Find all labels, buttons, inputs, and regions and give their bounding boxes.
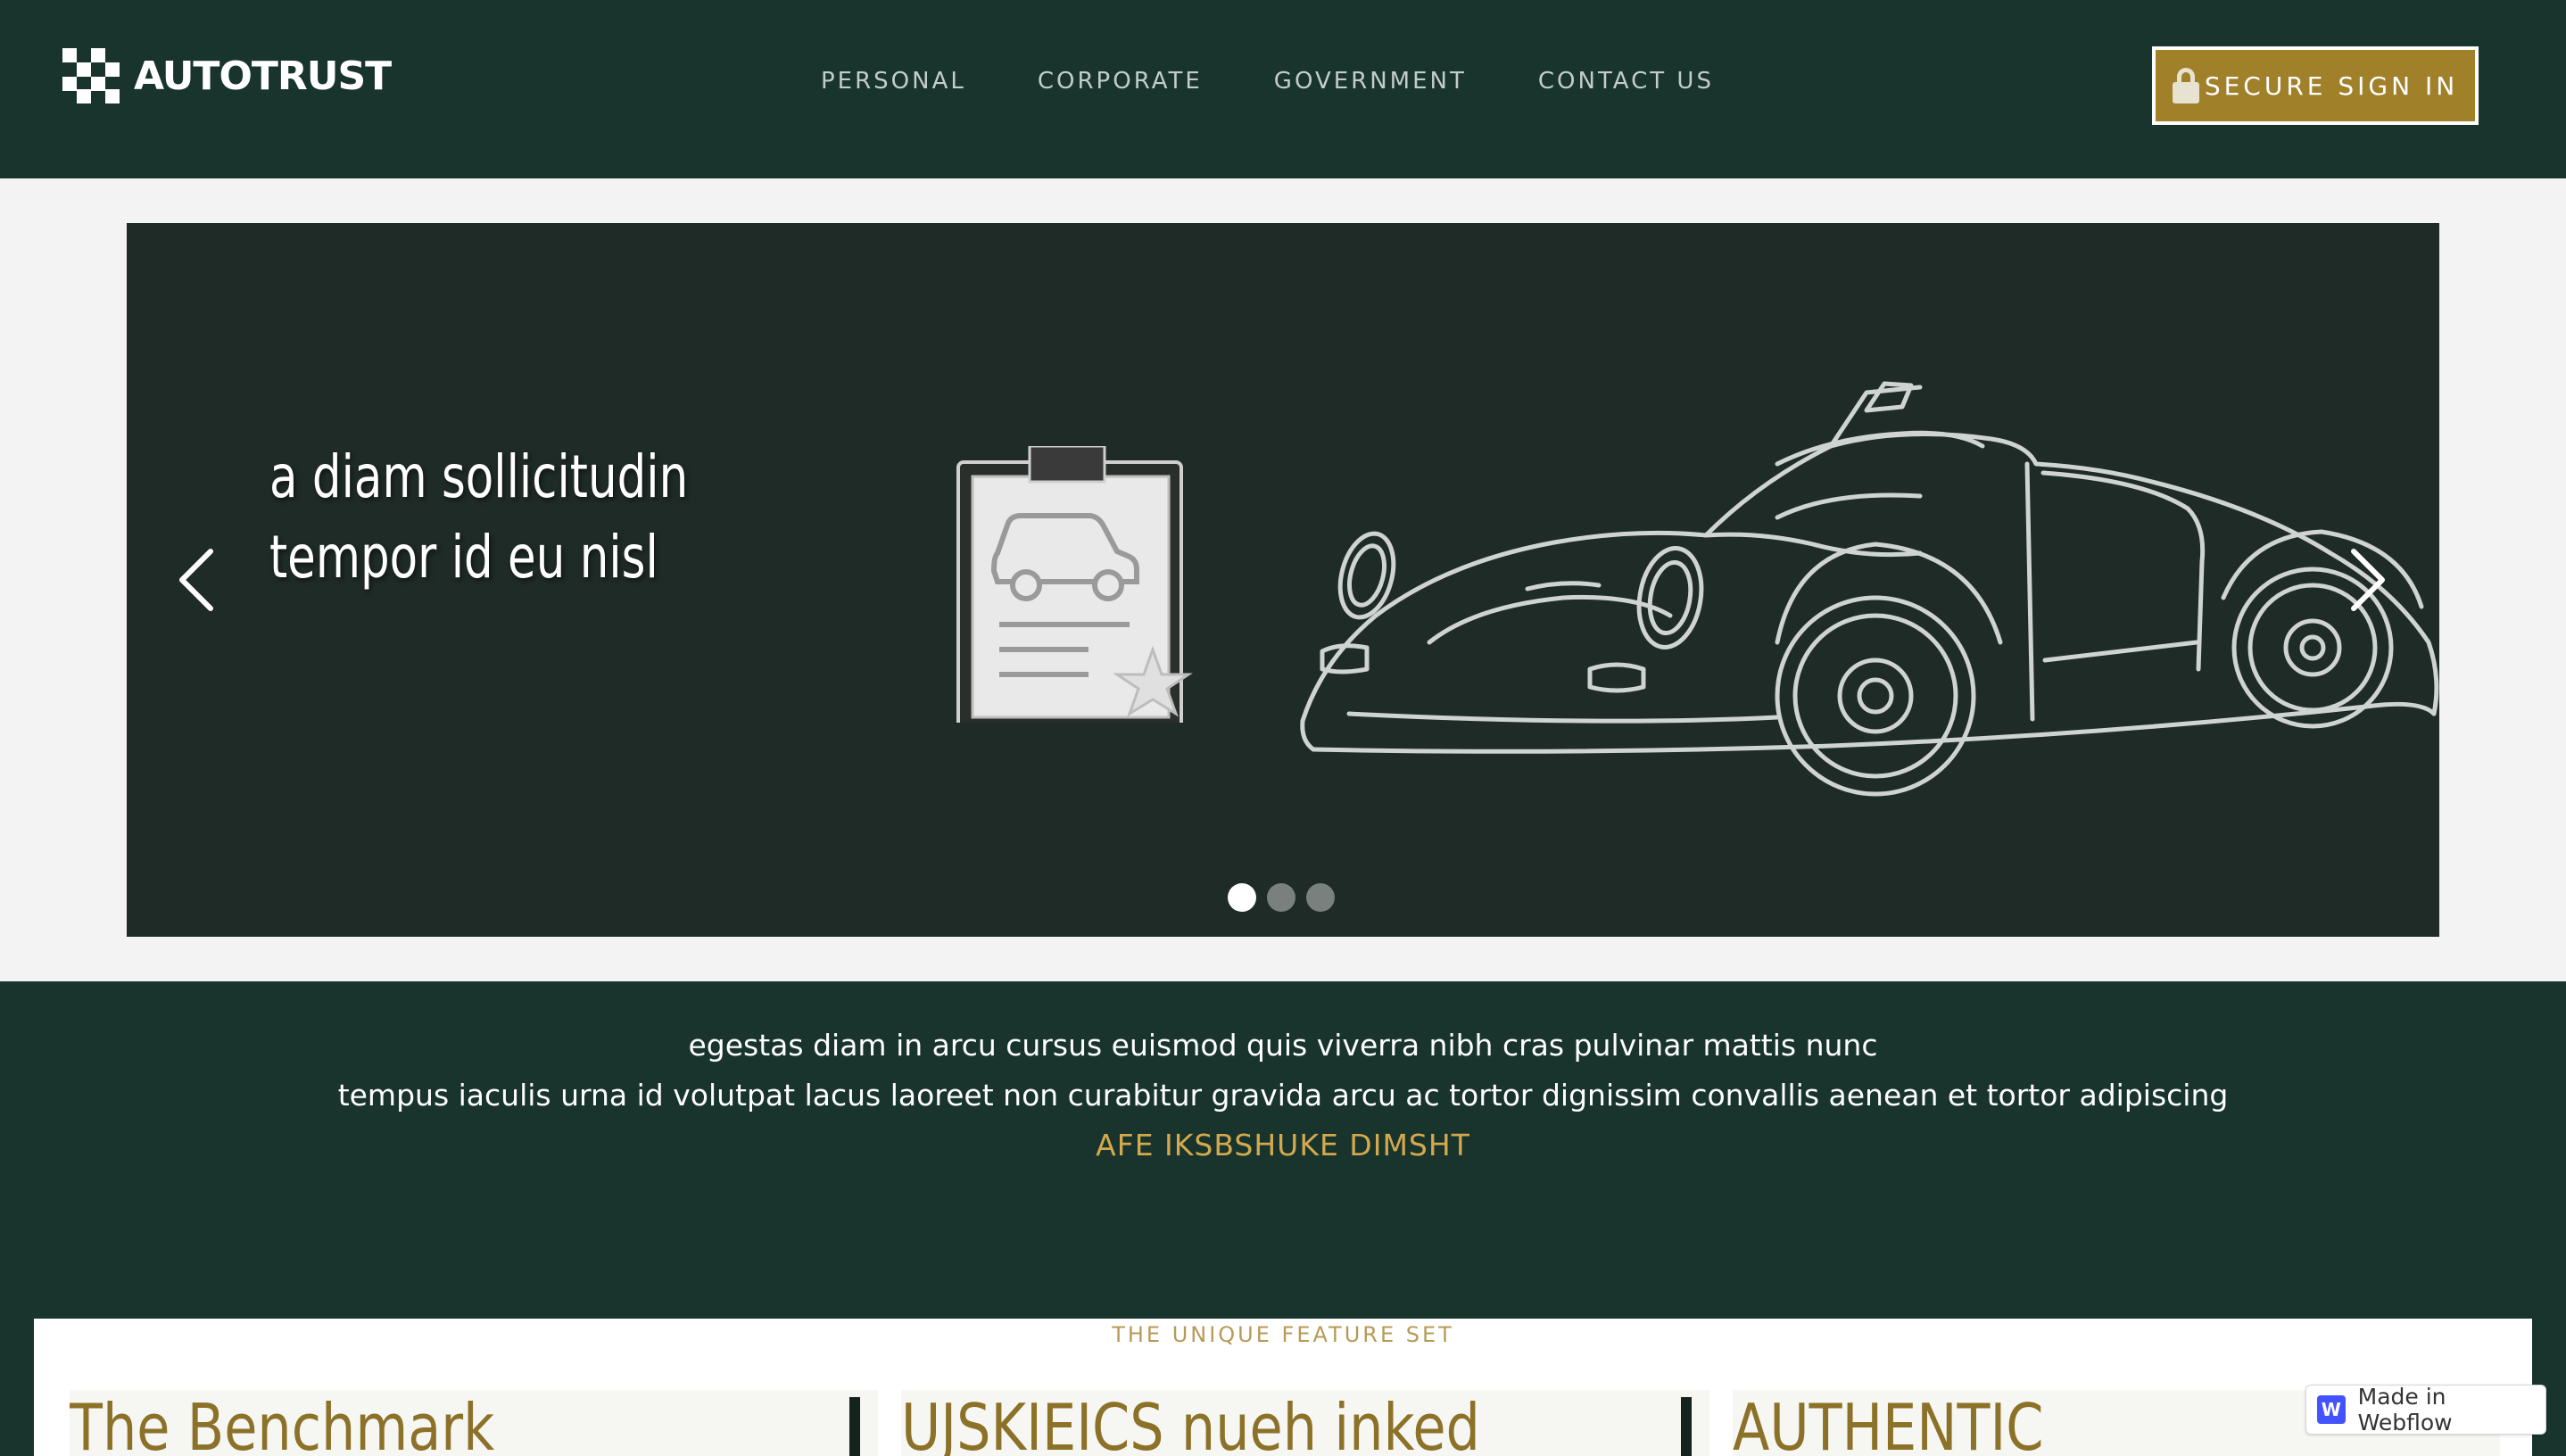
main-menu: PERSONAL CORPORATE GOVERNMENT CONTACT US [821,68,1785,95]
car-sketch-icon [1300,381,2439,797]
webflow-icon: W [2317,1395,2346,1424]
card-divider [849,1397,860,1456]
feature-card-1[interactable]: The Benchmark [70,1390,878,1456]
slider-dot-2[interactable] [1267,883,1295,912]
webflow-badge-label: Made in Webflow [2357,1384,2453,1435]
card-divider [1681,1397,1692,1456]
nav-link-corporate[interactable]: CORPORATE [1038,68,1203,95]
feature-card-title: The Benchmark [70,1390,495,1456]
slide-heading-line2: tempor id eu nisl [269,523,658,592]
lock-icon [2172,68,2199,103]
secure-sign-in-button[interactable]: SECURE SIGN IN [2152,46,2479,125]
feature-card-title: AUTHENTIC [1733,1390,2044,1456]
logo-checker-icon [62,48,120,103]
features-section: THE UNIQUE FEATURE SET The Benchmark UJS… [34,1319,2532,1456]
made-in-webflow-badge[interactable]: W Made in Webflow [2305,1384,2546,1435]
slider-next-arrow[interactable] [2339,544,2393,616]
features-label: THE UNIQUE FEATURE SET [1112,1322,1454,1347]
slide-heading: a diam sollicitudin tempor id eu nisl [269,437,826,598]
intro-highlight: AFE IKSBSHUKE DIMSHT [1096,1128,1470,1162]
slider-dot-1[interactable] [1228,883,1256,912]
slider-dots [1228,883,1335,912]
logo-text: AUTOTRUST [134,53,392,99]
feature-card-2[interactable]: UJSKIEICS nueh inked [901,1390,1709,1456]
top-navbar: AUTOTRUST PERSONAL CORPORATE GOVERNMENT … [0,0,2566,178]
slider-prev-arrow[interactable] [171,544,225,616]
hero-slider: a diam sollicitudin tempor id eu nisl [127,223,2439,937]
slider-dot-3[interactable] [1306,883,1335,912]
slide-heading-line1: a diam sollicitudin [269,443,689,511]
intro-line-2: tempus iaculis urna id volutpat lacus la… [337,1078,2229,1113]
secure-sign-in-label: SECURE SIGN IN [2204,70,2459,101]
nav-link-contact-us[interactable]: CONTACT US [1538,68,1714,95]
nav-link-personal[interactable]: PERSONAL [821,68,966,95]
clipboard-car-icon [956,446,1193,723]
hero-section: a diam sollicitudin tempor id eu nisl [0,178,2566,981]
intro-line-1: egestas diam in arcu cursus euismod quis… [688,1028,1878,1063]
brand-logo[interactable]: AUTOTRUST [62,48,392,103]
nav-link-government[interactable]: GOVERNMENT [1274,68,1467,95]
feature-card-title: UJSKIEICS nueh inked [901,1390,1480,1456]
